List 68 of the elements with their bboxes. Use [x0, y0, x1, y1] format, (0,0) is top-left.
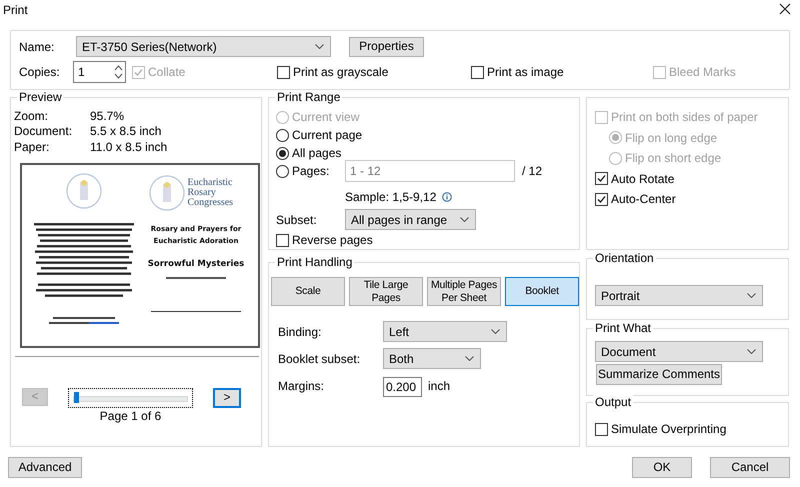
- orientation-dropdown[interactable]: Portrait: [595, 285, 763, 306]
- checkbox[interactable]: Print as grayscale: [277, 64, 388, 80]
- copies-field[interactable]: 1: [73, 61, 126, 83]
- close-icon[interactable]: [779, 3, 791, 15]
- page-total: / 12: [522, 164, 542, 178]
- chevron-icon: [491, 329, 500, 334]
- properties-button[interactable]: Properties: [349, 36, 424, 56]
- window-title: Print: [3, 3, 28, 17]
- info-label: Zoom:: [14, 108, 50, 123]
- chevron-icon: [747, 293, 756, 298]
- checkbox[interactable]: Print as image: [471, 64, 564, 80]
- summarize-comments-button[interactable]: Summarize Comments: [596, 364, 722, 385]
- checkbox[interactable]: Auto Rotate: [595, 170, 674, 187]
- checkbox[interactable]: Auto-Center: [595, 191, 676, 208]
- chevron-icon: [460, 217, 469, 222]
- field-label: Margins:: [278, 379, 326, 393]
- info-icon[interactable]: [442, 192, 452, 202]
- chevron-icon: [315, 44, 324, 49]
- spinner-icon[interactable]: [114, 65, 122, 79]
- slider-thumb[interactable]: [74, 392, 79, 402]
- check-icon: [597, 174, 606, 184]
- field-label: Subset:: [276, 212, 318, 226]
- pages-field[interactable]: 1 - 12: [345, 160, 515, 182]
- ok-button[interactable]: OK: [632, 457, 692, 478]
- radio-button[interactable]: Current page: [276, 127, 362, 143]
- info-label: Paper:: [14, 140, 50, 154]
- page-slider[interactable]: [68, 388, 193, 408]
- field-label: Name:: [19, 40, 56, 54]
- field-label: Booklet subset:: [278, 352, 362, 366]
- text-lines-drawing: [166, 276, 226, 280]
- logo-text: Eucharistic Rosary Congresses: [188, 178, 234, 208]
- unit-label: inch: [428, 379, 450, 393]
- checkbox[interactable]: Reverse pages: [276, 232, 373, 248]
- margins-field[interactable]: 0.200: [383, 377, 422, 397]
- mode-tab[interactable]: Booklet: [505, 277, 579, 306]
- field-label: Binding:: [278, 324, 322, 338]
- dropdown[interactable]: Left: [383, 321, 507, 342]
- info-value: 11.0 x 8.5 inch: [90, 140, 168, 154]
- info-value: 5.5 x 8.5 inch: [90, 124, 162, 138]
- mode-tab[interactable]: Multiple Pages Per Sheet: [427, 277, 501, 306]
- print-what-dropdown[interactable]: Document: [595, 341, 763, 362]
- subset-dropdown[interactable]: All pages in range: [345, 209, 476, 230]
- sample-text: Sample: 1,5-9,12: [345, 190, 436, 204]
- info-label: Document:: [14, 124, 74, 138]
- group-title: Output: [593, 395, 634, 410]
- dropdown[interactable]: Both: [383, 348, 481, 369]
- group-title: Print Handling: [275, 255, 354, 270]
- page-label: Page 1 of 6: [100, 408, 162, 422]
- chevron-icon: [465, 356, 474, 361]
- check-icon: [597, 194, 606, 204]
- group-title: Print Range: [275, 90, 342, 105]
- mode-tab[interactable]: Tile Large Pages: [349, 277, 423, 306]
- document-subtitle: Sorrowful Mysteries: [148, 258, 244, 268]
- field-label: Copies:: [19, 65, 61, 79]
- cancel-button[interactable]: Cancel: [710, 457, 790, 478]
- chevron-icon: [747, 349, 756, 354]
- radio-button[interactable]: Pages:: [276, 163, 330, 179]
- advanced-button[interactable]: Advanced: [8, 457, 82, 478]
- seal-icon: [66, 172, 102, 208]
- checkbox[interactable]: Simulate Overprinting: [595, 421, 726, 437]
- text-lines-drawing: [49, 316, 119, 324]
- info-value: 95.7%: [90, 108, 124, 123]
- next-button[interactable]: >: [213, 388, 241, 408]
- mode-tab[interactable]: Scale: [271, 277, 345, 306]
- radio-button[interactable]: All pages: [276, 145, 342, 161]
- printer-dropdown[interactable]: ET-3750 Series(Network): [76, 36, 331, 57]
- seal-icon: [148, 174, 184, 210]
- check-icon: [134, 68, 143, 76]
